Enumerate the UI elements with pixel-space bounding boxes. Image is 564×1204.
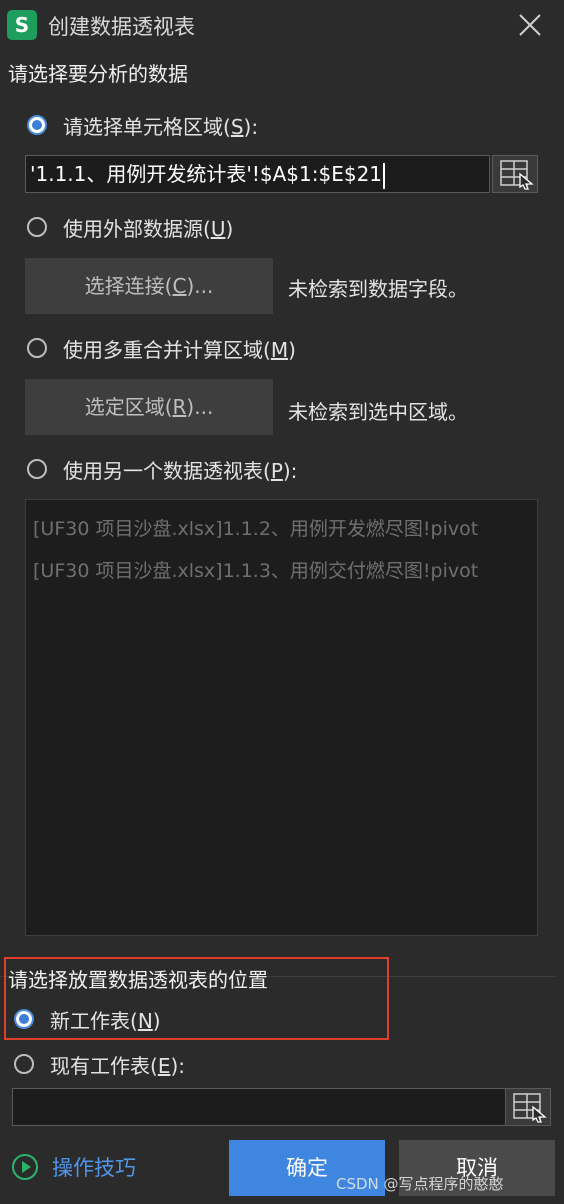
radio-other-pivot[interactable]: 使用另一个数据透视表(P): bbox=[27, 454, 297, 484]
radio-button[interactable] bbox=[27, 338, 47, 358]
radio-consolidation-label: 使用多重合并计算区域(M) bbox=[63, 337, 296, 362]
watermark: CSDN @写点程序的憨憨 bbox=[336, 1175, 504, 1193]
list-item[interactable]: [UF30 项目沙盘.xlsx]1.1.3、用例交付燃尽图!pivot bbox=[33, 556, 478, 583]
consolidation-hint: 未检索到选中区域。 bbox=[288, 400, 468, 424]
radio-select-range-label: 请选择单元格区域(S): bbox=[63, 114, 259, 139]
app-logo-icon: S bbox=[7, 10, 37, 40]
select-connection-button[interactable]: 选择连接(C)... bbox=[25, 258, 273, 314]
radio-button[interactable] bbox=[27, 217, 47, 237]
existing-sheet-input[interactable] bbox=[12, 1088, 507, 1126]
tips-link[interactable]: 操作技巧 bbox=[12, 1152, 136, 1182]
select-range-button[interactable]: 选定区域(R)... bbox=[25, 379, 273, 435]
range-input[interactable]: '1.1.1、用例开发统计表'!$A$1:$E$21 bbox=[25, 155, 490, 193]
radio-external-source[interactable]: 使用外部数据源(U) bbox=[27, 212, 233, 242]
radio-other-pivot-label: 使用另一个数据透视表(P): bbox=[63, 458, 298, 483]
external-source-hint: 未检索到数据字段。 bbox=[288, 277, 468, 301]
dialog-title: 创建数据透视表 bbox=[48, 15, 195, 39]
title-bar: S 创建数据透视表 bbox=[0, 0, 564, 50]
range-picker-icon bbox=[500, 160, 534, 190]
radio-external-source-label: 使用外部数据源(U) bbox=[63, 216, 234, 241]
radio-existing-sheet[interactable]: 现有工作表(E): bbox=[14, 1049, 185, 1079]
close-button[interactable] bbox=[508, 4, 552, 46]
radio-existing-sheet-label: 现有工作表(E): bbox=[50, 1053, 185, 1078]
radio-button-checked[interactable] bbox=[27, 115, 47, 135]
list-item[interactable]: [UF30 项目沙盘.xlsx]1.1.2、用例开发燃尽图!pivot bbox=[33, 514, 478, 541]
radio-consolidation[interactable]: 使用多重合并计算区域(M) bbox=[27, 333, 296, 363]
close-icon bbox=[519, 14, 541, 36]
range-picker-button[interactable] bbox=[492, 155, 538, 193]
highlight-annotation bbox=[4, 957, 389, 1040]
radio-button[interactable] bbox=[27, 459, 47, 479]
tips-label[interactable]: 操作技巧 bbox=[52, 1152, 136, 1182]
range-picker-icon bbox=[513, 1093, 547, 1123]
pivot-table-list[interactable]: [UF30 项目沙盘.xlsx]1.1.2、用例开发燃尽图!pivot [UF3… bbox=[25, 499, 538, 936]
radio-select-range[interactable]: 请选择单元格区域(S): bbox=[27, 110, 258, 140]
destination-picker-button[interactable] bbox=[505, 1088, 551, 1126]
play-circle-icon bbox=[12, 1154, 38, 1180]
radio-button[interactable] bbox=[14, 1054, 34, 1074]
source-section-title: 请选择要分析的数据 bbox=[8, 62, 188, 86]
